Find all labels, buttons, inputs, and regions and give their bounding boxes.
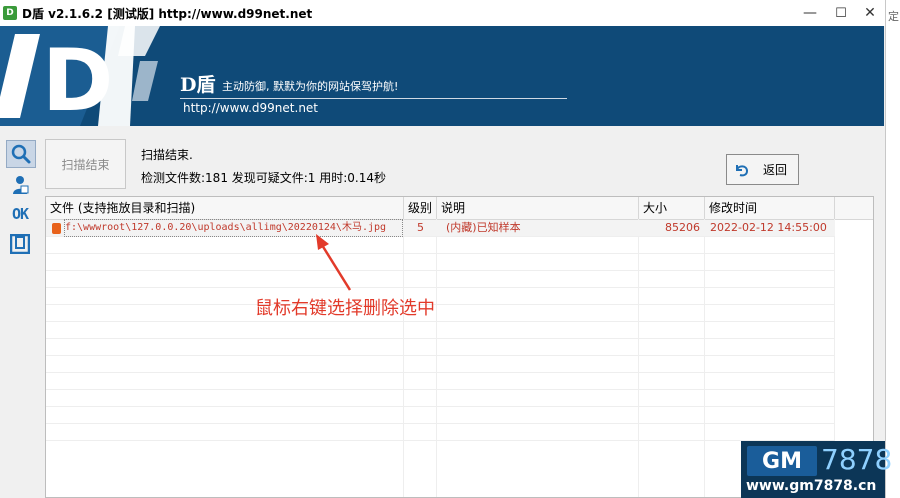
watermark-badge: GM: [747, 446, 817, 476]
annotation-arrow: [316, 234, 352, 291]
watermark-logo: GM 7878 www.gm7878.cn: [741, 441, 892, 498]
watermark-number: 7878: [821, 443, 893, 476]
annotation-text: 鼠标右键选择删除选中: [255, 298, 435, 319]
watermark-url: www.gm7878.cn: [746, 478, 877, 494]
